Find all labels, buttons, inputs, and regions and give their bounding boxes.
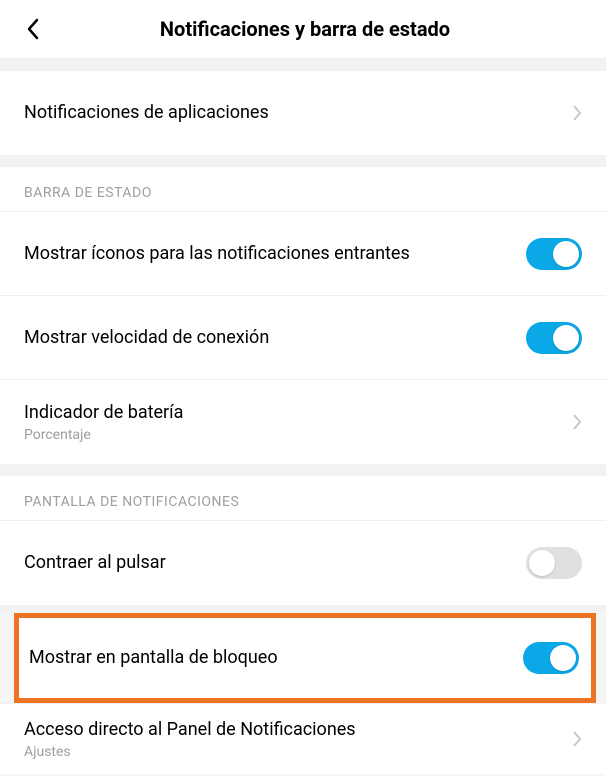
chevron-right-icon <box>572 413 582 431</box>
row-show-icons[interactable]: Mostrar íconos para las notificaciones e… <box>0 212 606 296</box>
row-sublabel: Porcentaje <box>24 427 572 443</box>
chevron-right-icon <box>572 730 582 748</box>
toggle-show-speed[interactable] <box>526 322 582 354</box>
row-label: Contraer al pulsar <box>24 551 526 574</box>
section-header-notification-screen: PANTALLA DE NOTIFICACIONES <box>0 476 606 521</box>
toggle-show-icons[interactable] <box>526 238 582 270</box>
highlight-box: Mostrar en pantalla de bloqueo <box>14 613 596 703</box>
row-battery-indicator[interactable]: Indicador de batería Porcentaje <box>0 380 606 464</box>
divider <box>0 605 606 613</box>
divider <box>0 464 606 476</box>
section-header-status-bar: BARRA DE ESTADO <box>0 167 606 212</box>
back-button[interactable] <box>18 15 46 43</box>
row-app-notifications[interactable]: Notificaciones de aplicaciones <box>0 71 606 155</box>
chevron-left-icon <box>25 17 40 41</box>
row-show-on-lock[interactable]: Mostrar en pantalla de bloqueo <box>19 618 591 698</box>
divider <box>0 59 606 71</box>
chevron-right-icon <box>572 104 582 122</box>
row-sublabel: Ajustes <box>24 744 572 760</box>
header: Notificaciones y barra de estado <box>0 0 606 59</box>
divider <box>0 155 606 167</box>
row-label: Mostrar en pantalla de bloqueo <box>29 646 523 669</box>
row-label: Indicador de batería <box>24 401 572 424</box>
row-label: Notificaciones de aplicaciones <box>24 101 572 124</box>
toggle-collapse-on-tap[interactable] <box>526 547 582 579</box>
row-label: Acceso directo al Panel de Notificacione… <box>24 718 572 741</box>
row-notification-shortcut[interactable]: Acceso directo al Panel de Notificacione… <box>0 704 606 774</box>
row-show-speed[interactable]: Mostrar velocidad de conexión <box>0 296 606 380</box>
toggle-show-on-lock[interactable] <box>523 642 579 674</box>
row-label: Mostrar velocidad de conexión <box>24 326 526 349</box>
row-label: Mostrar íconos para las notificaciones e… <box>24 242 526 265</box>
page-title: Notificaciones y barra de estado <box>46 17 564 41</box>
row-collapse-on-tap[interactable]: Contraer al pulsar <box>0 521 606 605</box>
